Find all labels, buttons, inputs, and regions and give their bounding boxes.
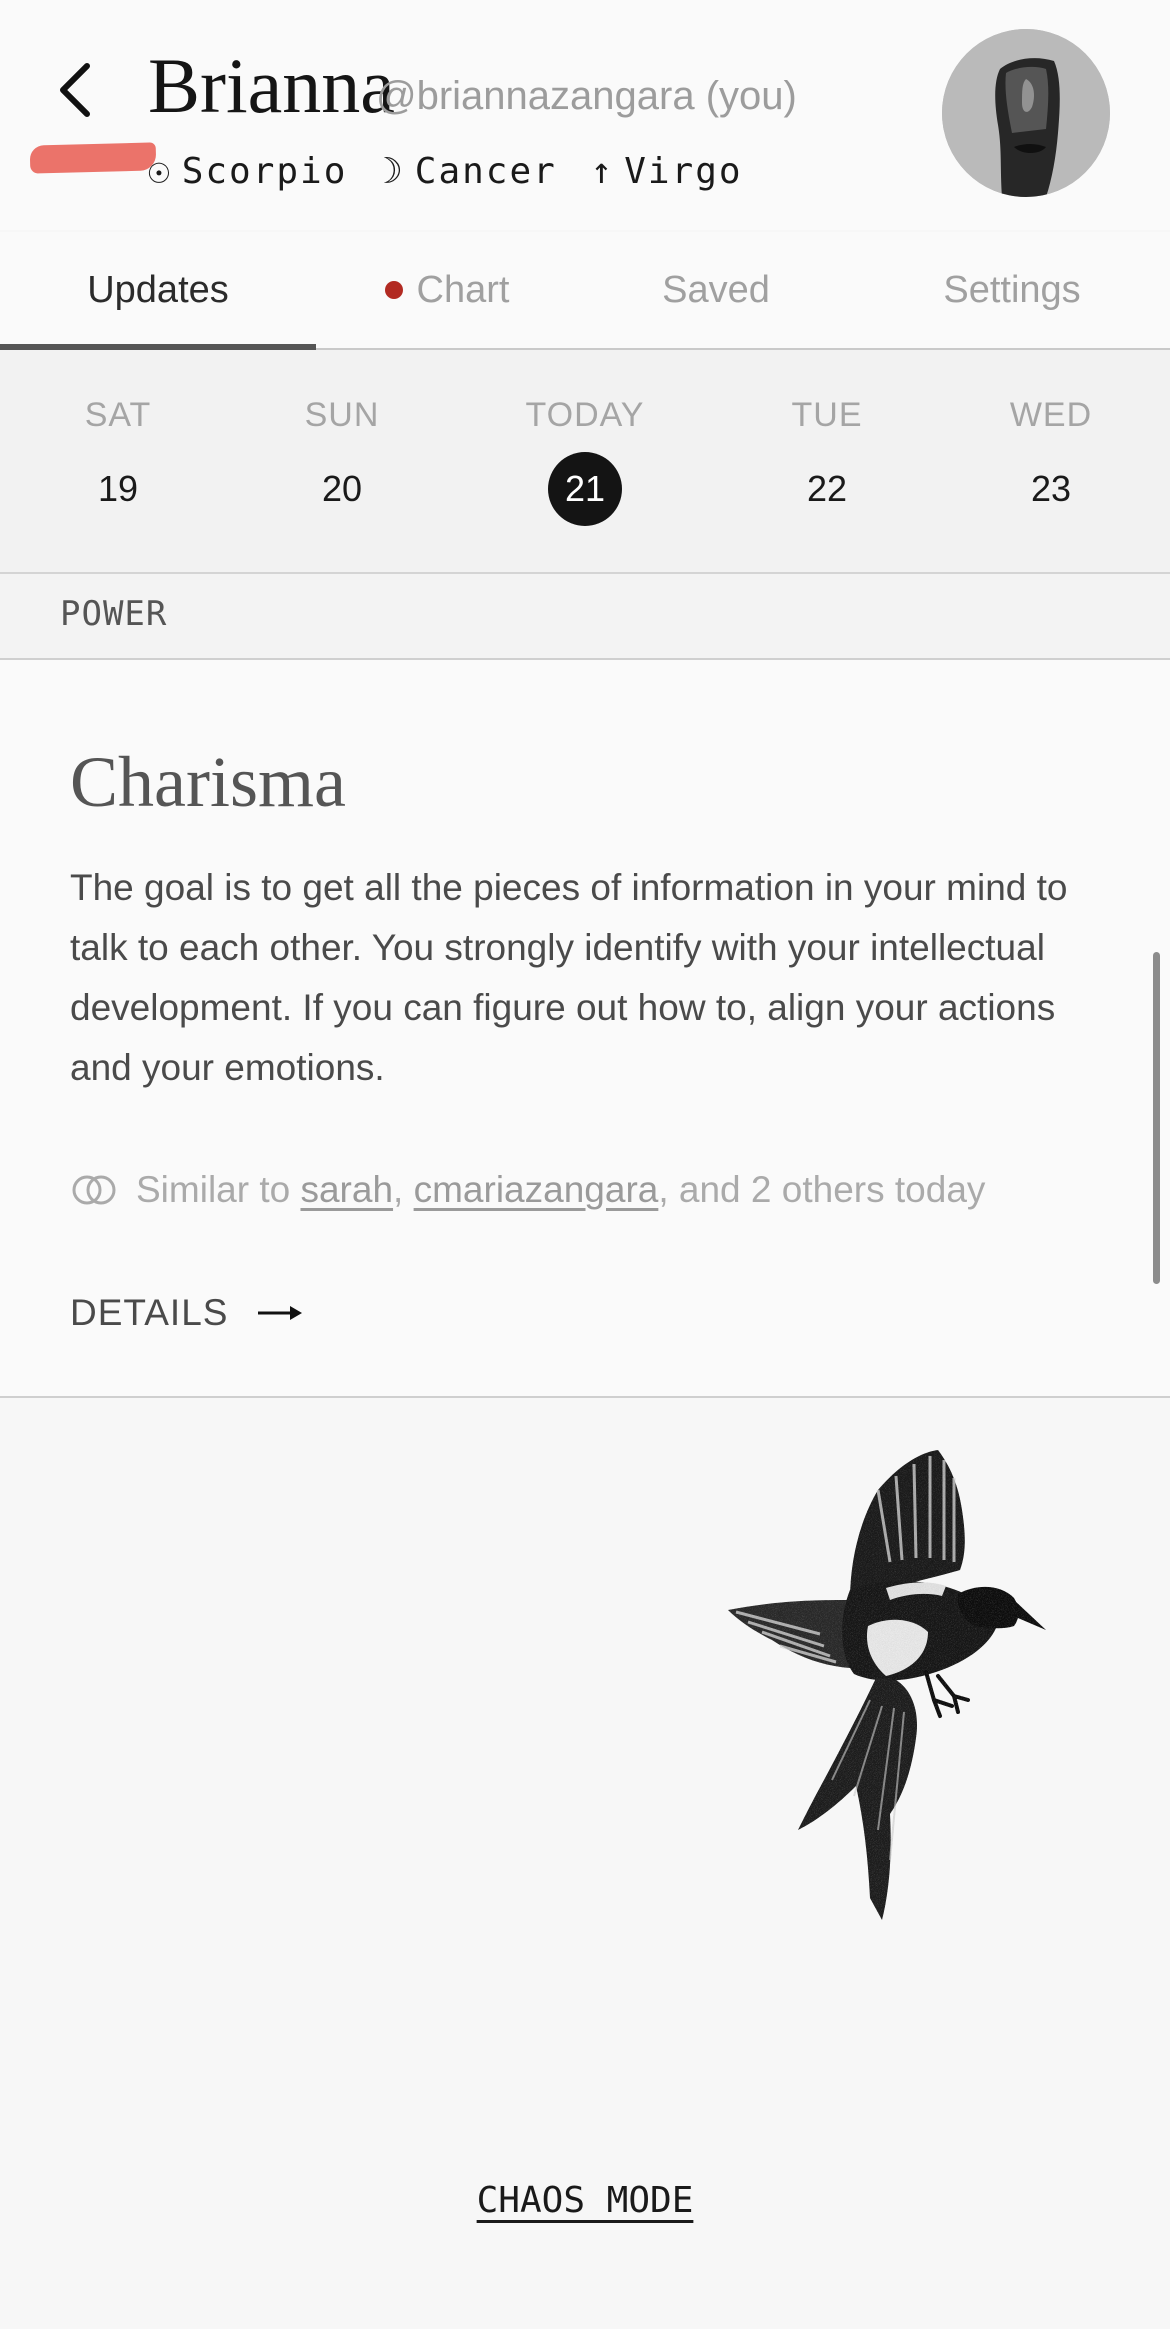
sun-icon: ☉ [148, 151, 172, 192]
similar-users: Similar to sarah, cmariazangara, and 2 o… [70, 1160, 985, 1220]
day-of-week: WED [1009, 396, 1093, 434]
chevron-left-icon [60, 63, 90, 117]
tab-settings[interactable]: Settings [854, 232, 1170, 348]
day-of-week: TUE [791, 396, 863, 434]
date-sat[interactable]: SAT 19 [38, 350, 198, 572]
similar-suffix: , and 2 others today [658, 1169, 986, 1210]
day-number: 19 [97, 468, 139, 509]
rising-sign: Virgo [624, 151, 743, 192]
tab-settings-label: Settings [943, 268, 1081, 311]
profile-name: Brianna [148, 42, 395, 129]
sculpture-face-image [942, 29, 1110, 197]
day-of-week: TODAY [525, 396, 645, 434]
card-title: Charisma [70, 742, 346, 822]
date-today[interactable]: TODAY 21 [505, 350, 665, 572]
overlapping-rings-icon [70, 1173, 118, 1207]
moon-icon: ☽ [381, 151, 405, 192]
highlight-swash [29, 142, 157, 174]
similar-user-link[interactable]: cmariazangara [414, 1169, 659, 1211]
day-number: 23 [1030, 468, 1072, 509]
arrow-right-icon [256, 1301, 304, 1325]
profile-tabs: Updates Chart Saved Settings [0, 232, 1170, 350]
similar-separator: , [393, 1169, 404, 1210]
moon-sign: Cancer [414, 151, 557, 192]
section-label: POWER [60, 594, 168, 634]
day-number-selected: 21 [548, 452, 622, 526]
day-of-week: SUN [304, 396, 380, 434]
horoscope-card: Charisma The goal is to get all the piec… [0, 660, 1170, 1398]
chaos-mode-section: CHAOS MODE [0, 2180, 1170, 2221]
avatar[interactable] [942, 29, 1110, 197]
tab-saved[interactable]: Saved [578, 232, 854, 348]
details-button[interactable]: DETAILS [70, 1278, 304, 1348]
chaos-mode-link[interactable]: CHAOS MODE [477, 2180, 694, 2221]
back-button[interactable] [40, 50, 110, 130]
section-header: POWER [0, 574, 1170, 660]
profile-header: Brianna @briannazangara (you) ☉ Scorpio ☽… [0, 0, 1170, 230]
tab-updates[interactable]: Updates [0, 232, 316, 350]
date-sun[interactable]: SUN 20 [262, 350, 422, 572]
similar-user-link[interactable]: sarah [300, 1169, 393, 1211]
day-number: 20 [321, 468, 363, 509]
notification-dot-icon [384, 281, 403, 299]
astro-signs: ☉ Scorpio ☽ Cancer ↑ Virgo [148, 146, 753, 198]
profile-handle: @briannazangara (you) [376, 74, 797, 118]
day-of-week: SAT [84, 396, 152, 434]
tab-chart[interactable]: Chart [316, 232, 578, 348]
tab-updates-label: Updates [87, 268, 229, 311]
date-wed[interactable]: WED 23 [971, 350, 1131, 572]
date-strip: SAT 19 SUN 20 TODAY 21 TUE 22 WED 23 [0, 350, 1170, 574]
day-number: 22 [806, 468, 848, 509]
scrollbar[interactable] [1153, 952, 1160, 1284]
card-body: The goal is to get all the pieces of inf… [70, 867, 1068, 1088]
similar-prefix: Similar to [136, 1169, 291, 1210]
sun-sign: Scorpio [181, 151, 348, 192]
magpie-bird-illustration [728, 1450, 1046, 1920]
date-tue[interactable]: TUE 22 [747, 350, 907, 572]
tab-chart-label: Chart [416, 268, 510, 311]
rising-icon: ↑ [590, 151, 615, 192]
details-label: DETAILS [70, 1292, 229, 1333]
tab-saved-label: Saved [662, 268, 770, 311]
